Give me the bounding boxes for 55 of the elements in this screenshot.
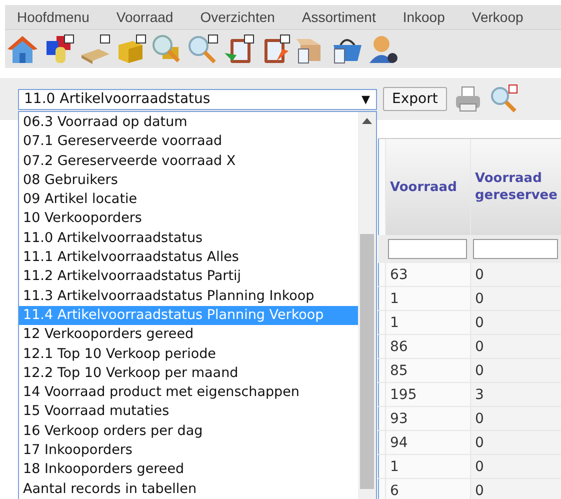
table-cell: 195 xyxy=(385,383,470,406)
dropdown-option[interactable]: 11.2 Artikelvoorraadstatus Partij xyxy=(19,267,358,287)
menu-item[interactable]: Verkoop xyxy=(472,9,524,25)
table-cell: 0 xyxy=(470,455,561,478)
menu-item[interactable]: Assortiment xyxy=(302,9,376,25)
dropdown-option[interactable]: 17 Inkooporders xyxy=(19,441,358,460)
filter-field[interactable] xyxy=(388,239,467,259)
table-cell: 6 xyxy=(385,479,470,499)
house-icon[interactable] xyxy=(6,33,39,65)
dropdown-option[interactable]: 18 Inkooporders gereed xyxy=(19,460,358,480)
table-cell: 3 xyxy=(470,383,561,406)
table-cell: 94 xyxy=(385,431,470,454)
table-cell: 0 xyxy=(470,287,561,310)
search-icon[interactable] xyxy=(488,84,519,114)
table-cell: 0 xyxy=(470,479,561,499)
dropdown-option[interactable]: Aantal records in tabellen xyxy=(19,480,358,499)
dropdown-option[interactable]: 09 Artikel locatie xyxy=(19,190,358,210)
dropdown-option[interactable]: 11.1 Artikelvoorraadstatus Alles xyxy=(19,248,358,268)
dropdown-option[interactable]: 10 Verkooporders xyxy=(19,209,358,229)
dropdown-option[interactable]: 12 Verkooporders gereed xyxy=(19,325,358,345)
table-cell: 85 xyxy=(385,359,470,382)
search-icon[interactable] xyxy=(186,33,219,65)
table-cell: 0 xyxy=(470,335,561,358)
table-cell: 1 xyxy=(385,311,470,334)
table-cell: 93 xyxy=(385,407,470,430)
dropdown-option[interactable]: 11.0 Artikelvoorraadstatus xyxy=(19,228,358,248)
table-cell: 0 xyxy=(470,431,561,454)
filter-field[interactable] xyxy=(473,239,558,259)
scrollbar[interactable] xyxy=(358,112,376,499)
table-cell: 86 xyxy=(385,335,470,358)
export-button[interactable]: Export xyxy=(383,87,447,111)
menu-item[interactable]: Hoofdmenu xyxy=(17,9,90,25)
report-select[interactable]: 11.0 Artikelvoorraadstatus ▼ xyxy=(18,88,377,110)
dropdown-option[interactable]: 07.1 Gereserveerde voorraad xyxy=(19,132,358,152)
dropdown-option[interactable]: 12.2 Top 10 Verkoop per maand xyxy=(19,364,358,384)
dropdown-option[interactable]: 16 Verkoop orders per dag xyxy=(19,422,358,442)
menu-item[interactable]: Voorraad xyxy=(116,9,174,25)
scroll-up-icon[interactable] xyxy=(362,118,372,124)
dropdown-option[interactable]: 07.2 Gereserveerde voorraad X xyxy=(19,152,358,171)
table-cell: 0 xyxy=(470,407,561,430)
dropdown-option[interactable]: 08 Gebruikers xyxy=(19,170,358,190)
table-cell: 1 xyxy=(385,287,470,310)
table-cell: 0 xyxy=(470,359,561,382)
dropdown-option[interactable]: 15 Voorraad mutaties xyxy=(19,402,358,422)
dropdown-option[interactable]: 06.3 Voorraad op datum xyxy=(19,113,358,132)
dropdown-option[interactable]: 12.1 Top 10 Verkoop periode xyxy=(19,344,358,364)
table-cell: 63 xyxy=(385,263,470,286)
table-cell: 1 xyxy=(385,455,470,478)
menu-item[interactable]: Inkoop xyxy=(402,9,445,25)
menu-item[interactable]: Overzichten xyxy=(200,9,275,25)
dropdown-option[interactable]: 11.3 Artikelvoorraadstatus Planning Inkoop xyxy=(19,286,358,306)
table-cell: 0 xyxy=(470,311,561,334)
dropdown-option[interactable]: 14 Voorraad product met eigenschappen xyxy=(19,383,358,402)
table-cell: 0 xyxy=(470,263,561,286)
document-in-icon[interactable] xyxy=(222,33,255,65)
